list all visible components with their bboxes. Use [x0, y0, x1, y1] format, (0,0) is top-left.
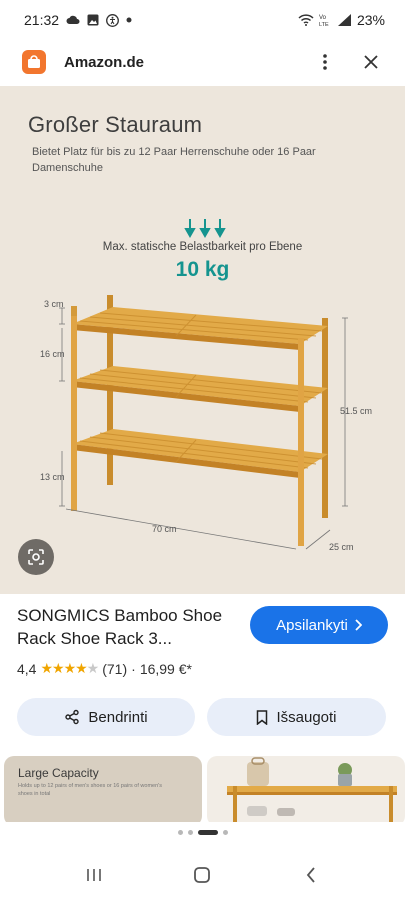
visit-label: Apsilankyti [276, 616, 348, 634]
back-button[interactable] [291, 857, 331, 893]
dim-top-gap: 3 cm [44, 299, 64, 309]
product-title[interactable]: SONGMICS Bamboo Shoe Rack Shoe Rack 3... [17, 604, 242, 650]
price: 16,99 €* [139, 660, 192, 677]
dim-bottom-gap: 13 cm [40, 472, 65, 482]
dimension-lines [59, 307, 348, 550]
notification-dot-icon [126, 17, 132, 23]
dim-shelf-gap: 16 cm [40, 349, 65, 359]
battery-percent: 23% [356, 12, 385, 28]
accessibility-icon [106, 13, 119, 27]
star-rating-icon: ★★★★★ [40, 660, 99, 676]
status-right: Vo LTE 23% [298, 12, 385, 28]
carousel-dot [177, 830, 183, 835]
shoe-rack-illustration: 3 cm 16 cm 13 cm 70 cm 51.5 cm 25 cm [40, 219, 372, 552]
related-card-title: Large Capacity [18, 766, 99, 780]
amazon-logo-icon [22, 50, 46, 74]
related-images-strip: Large Capacity Holds up to 12 pairs of m… [0, 756, 405, 822]
wifi-icon [298, 14, 314, 26]
more-vert-icon [323, 54, 327, 70]
lens-search-button[interactable] [18, 539, 54, 575]
share-label: Bendrinti [88, 708, 148, 726]
share-button[interactable]: Bendrinti [17, 698, 195, 736]
separator: · [131, 660, 136, 677]
down-arrows-icon [184, 219, 226, 239]
lens-icon [28, 549, 44, 565]
signal-icon [337, 14, 352, 26]
review-count: (71) [102, 660, 128, 677]
product-image[interactable]: Großer Stauraum Bietet Platz für bis zu … [0, 86, 405, 594]
rack-shape [71, 295, 328, 546]
carousel-dot [222, 830, 228, 835]
back-icon [306, 867, 315, 883]
browser-top-bar: Amazon.de [0, 40, 405, 84]
chevron-right-icon [355, 619, 362, 631]
home-icon [194, 867, 211, 883]
dim-height: 51.5 cm [340, 406, 372, 416]
clock: 21:32 [24, 12, 60, 28]
close-button[interactable] [355, 46, 387, 78]
related-card-text: Holds up to 12 pairs of men's shoes or 1… [18, 783, 162, 797]
save-button[interactable]: Išsaugoti [207, 698, 386, 736]
related-card-2[interactable] [207, 756, 405, 822]
dim-depth: 25 cm [329, 542, 354, 552]
status-bar: 21:32 Vo LTE 23% [0, 0, 405, 40]
site-name: Amazon.de [64, 53, 145, 71]
cloud-icon [66, 15, 80, 25]
carousel-dot [187, 830, 193, 835]
related-card-1[interactable]: Large Capacity Holds up to 12 pairs of m… [4, 756, 202, 822]
volte-icon: Vo LTE [319, 13, 333, 27]
status-left: 21:32 [24, 12, 132, 28]
close-icon [364, 55, 378, 69]
svg-text:LTE: LTE [319, 22, 329, 27]
system-nav-bar [0, 855, 405, 895]
more-options-button[interactable] [309, 46, 341, 78]
home-button[interactable] [182, 857, 222, 893]
dim-width: 70 cm [152, 524, 177, 534]
bookmark-icon [257, 709, 268, 725]
svg-text:Vo: Vo [319, 15, 327, 21]
rating-row: 4,4 ★★★★★ (71) · 16,99 €* [17, 660, 192, 677]
save-label: Išsaugoti [276, 708, 337, 726]
visit-button[interactable]: Apsilankyti [250, 606, 388, 644]
share-icon [65, 709, 80, 725]
carousel-dot-active [197, 830, 218, 835]
rack-thumbnail-icon [227, 757, 397, 822]
gallery-icon [87, 14, 99, 26]
carousel-dots [0, 830, 405, 835]
rating-value: 4,4 [17, 660, 37, 677]
recents-icon [87, 869, 101, 881]
recents-button[interactable] [74, 857, 114, 893]
